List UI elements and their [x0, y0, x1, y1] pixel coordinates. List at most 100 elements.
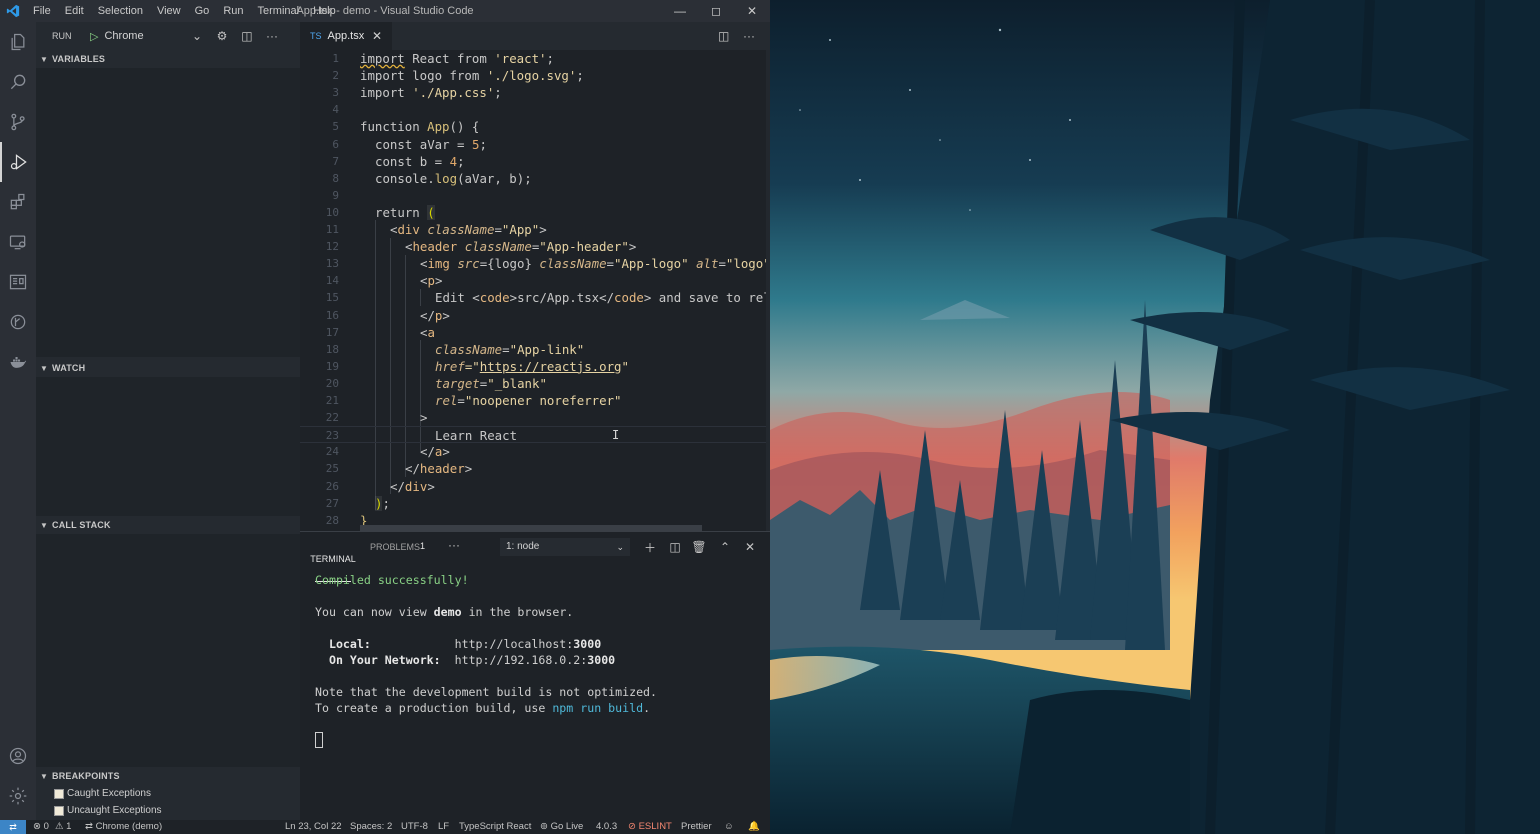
gear-icon[interactable]: ⚙ — [209, 29, 234, 43]
call-stack-title: CALL STACK — [52, 520, 111, 530]
new-terminal-icon[interactable]: ＋ — [640, 538, 660, 556]
bottom-panel: TERMINAL PROBLEMS 1 ··· 1: node ⌄ ＋ ◫ 🗑 … — [300, 531, 770, 820]
more-actions-icon[interactable]: ··· — [259, 29, 284, 43]
close-window-icon[interactable]: ✕ — [734, 0, 770, 22]
code-line: 6 const aVar = 5; — [300, 136, 770, 153]
menu-selection[interactable]: Selection — [91, 0, 150, 22]
menu-go[interactable]: Go — [188, 0, 217, 22]
tab-app-tsx[interactable]: TS App.tsx ✕ — [300, 22, 392, 50]
settings-gear-icon[interactable] — [0, 776, 36, 816]
minimize-icon[interactable]: — — [662, 0, 698, 22]
code-line: 14 <p> — [300, 272, 770, 289]
url-link[interactable]: https://reactjs.org — [480, 359, 622, 374]
source-control-icon[interactable] — [0, 102, 36, 142]
close-icon[interactable]: ✕ — [372, 29, 382, 43]
eslint-status[interactable]: ⊘ ESLINT — [628, 820, 672, 834]
cursor-position[interactable]: Ln 23, Col 22 — [285, 820, 342, 834]
prettier-status[interactable]: Prettier — [681, 820, 712, 834]
end-of-line[interactable]: LF — [438, 820, 449, 834]
chevron-down-icon: ▼ — [40, 520, 49, 530]
code-text: > — [420, 410, 428, 426]
call-stack-header[interactable]: ▼ CALL STACK — [36, 516, 300, 534]
menu-view[interactable]: View — [150, 0, 188, 22]
docs-icon[interactable] — [0, 262, 36, 302]
code-line: 12 <header className="App-header"> — [300, 238, 770, 255]
terminal-line: Compiled successfully! — [315, 573, 469, 587]
search-icon[interactable] — [0, 62, 36, 102]
extensions-icon[interactable] — [0, 182, 36, 222]
code-text: Learn React — [435, 428, 518, 444]
run-debug-icon[interactable] — [0, 142, 36, 182]
terminal-output[interactable]: Compiled successfully! You can now view … — [315, 572, 657, 748]
code-editor[interactable]: 1 import React from 'react'; 2 import logo… — [300, 50, 770, 531]
go-live-button[interactable]: ⊚ Go Live — [540, 820, 583, 834]
debug-console-icon[interactable]: ◫ — [234, 29, 259, 43]
code-line: 26 </div> — [300, 478, 770, 495]
warnings-count[interactable]: ⚠ 1 — [55, 820, 71, 834]
remote-explorer-icon[interactable] — [0, 222, 36, 262]
start-debugging-icon[interactable]: ▷ — [90, 30, 98, 43]
git-graph-icon[interactable] — [0, 302, 36, 342]
line-number: 3 — [332, 86, 339, 100]
split-editor-icon[interactable]: ◫ — [718, 22, 729, 50]
encoding[interactable]: UTF-8 — [401, 820, 428, 834]
line-number: 24 — [325, 445, 339, 459]
remote-indicator-icon[interactable]: ⇄ — [0, 820, 26, 834]
variables-header[interactable]: ▼ VARIABLES — [36, 50, 300, 68]
typescript-version[interactable]: 4.0.3 — [596, 820, 617, 834]
trash-icon[interactable]: 🗑 — [689, 538, 709, 556]
line-number: 13 — [325, 257, 339, 271]
docker-icon[interactable] — [0, 342, 36, 382]
debug-target[interactable]: ⇄ Chrome (demo) — [85, 820, 162, 834]
maximize-icon[interactable]: ◻ — [698, 0, 734, 22]
indentation[interactable]: Spaces: 2 — [350, 820, 392, 834]
checkbox[interactable] — [54, 805, 64, 816]
notifications-icon[interactable]: 🔔 — [748, 820, 760, 834]
breakpoints-header[interactable]: ▼ BREAKPOINTS — [36, 767, 300, 785]
split-terminal-icon[interactable]: ◫ — [665, 538, 685, 556]
menu-edit[interactable]: Edit — [58, 0, 91, 22]
explorer-icon[interactable] — [0, 22, 36, 62]
breakpoint-label: Uncaught Exceptions — [67, 805, 162, 816]
line-number: 9 — [332, 188, 339, 202]
menu-help[interactable]: Help — [306, 0, 343, 22]
code-line: 19 href="https://reactjs.org" — [300, 358, 770, 375]
vscode-logo-icon — [0, 0, 26, 22]
line-number: 19 — [325, 359, 339, 373]
tab-problems[interactable]: PROBLEMS — [370, 542, 420, 552]
line-number: 27 — [325, 496, 339, 510]
menu-file[interactable]: File — [26, 0, 58, 22]
line-number: 16 — [325, 308, 339, 322]
breakpoint-caught-exceptions[interactable]: Caught Exceptions — [36, 785, 300, 802]
chevron-up-icon[interactable]: ⌃ — [715, 538, 735, 556]
chevron-down-icon: ⌄ — [616, 542, 624, 552]
code-line: 8 console.log(aVar, b); — [300, 170, 770, 187]
terminal-select[interactable]: 1: node ⌄ — [500, 538, 630, 556]
code-text: import React from 'react'; — [360, 51, 554, 66]
language-mode[interactable]: TypeScript React — [459, 820, 531, 834]
errors-count[interactable]: ⊗ 0 — [33, 820, 49, 834]
more-actions-icon[interactable]: ··· — [743, 22, 755, 50]
line-number: 8 — [332, 171, 339, 185]
menu-terminal[interactable]: Terminal — [251, 0, 307, 22]
line-number: 7 — [332, 154, 339, 168]
account-icon[interactable] — [0, 736, 36, 776]
launch-config-select[interactable]: Chrome — [104, 30, 184, 42]
chevron-down-icon[interactable]: ⌄ — [184, 29, 209, 43]
chevron-down-icon: ▼ — [40, 771, 49, 781]
more-actions-icon[interactable]: ··· — [448, 538, 460, 552]
line-number: 18 — [325, 342, 339, 356]
checkbox[interactable] — [54, 788, 64, 799]
close-panel-icon[interactable]: ✕ — [740, 538, 760, 556]
watch-header[interactable]: ▼ WATCH — [36, 359, 300, 377]
feedback-icon[interactable]: ☺ — [724, 820, 734, 834]
forest-landscape-image — [770, 0, 1540, 834]
menu-run[interactable]: Run — [216, 0, 250, 22]
window-controls: — ◻ ✕ — [662, 0, 770, 22]
line-number: 17 — [325, 325, 339, 339]
typescript-file-icon: TS — [310, 31, 322, 41]
code-line: 9 — [300, 187, 770, 204]
activity-bar — [0, 22, 36, 820]
breakpoint-uncaught-exceptions[interactable]: Uncaught Exceptions — [36, 802, 300, 819]
code-line: 10 return ( — [300, 204, 770, 221]
